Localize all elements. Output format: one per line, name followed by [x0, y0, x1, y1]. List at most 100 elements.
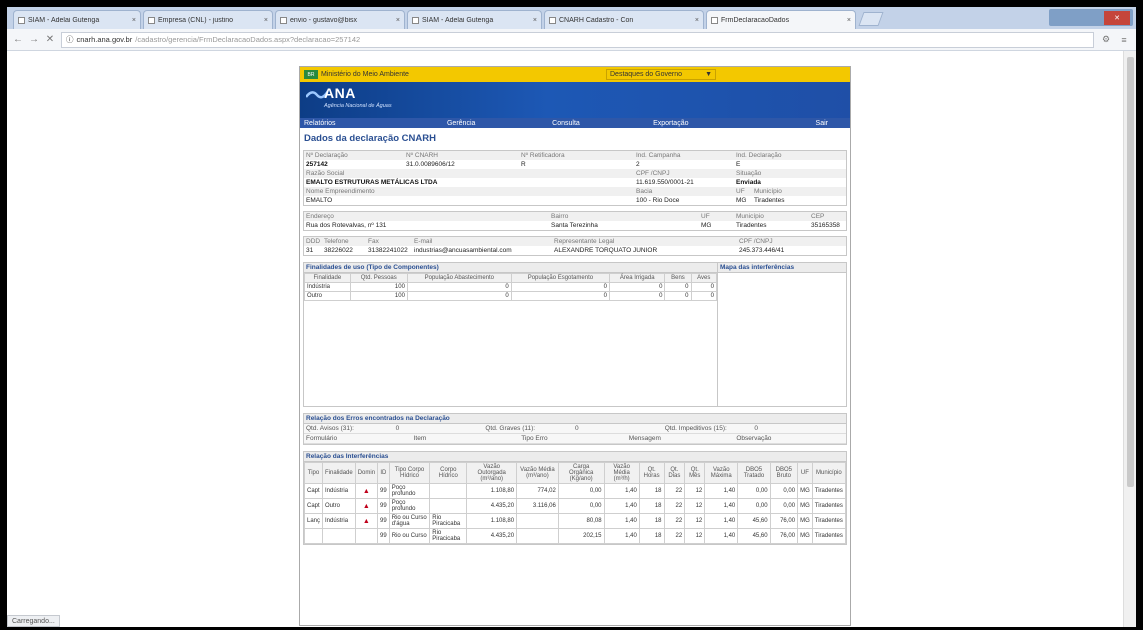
column-header: Vazão Máxima	[704, 462, 739, 484]
table-cell: 22	[663, 498, 686, 514]
column-header: População Abastecimento	[406, 273, 512, 283]
contact-section: DDD Telefone Fax E-mail Representante Le…	[303, 236, 847, 256]
browser-tab-active[interactable]: FrmDeclaracaoDados ×	[706, 10, 856, 29]
close-tab-icon[interactable]: ×	[264, 17, 268, 24]
column-header: Vazão Média (m³/ano)	[516, 462, 559, 484]
table-cell: Indústria	[322, 483, 356, 499]
menu-icon[interactable]: ≡	[1118, 35, 1130, 45]
table-cell: 1.108,80	[466, 513, 518, 529]
browser-tab[interactable]: SIAM - Adelai Gutenga ×	[407, 10, 542, 29]
error-counts: Qtd. Avisos (31): 0 Qtd. Graves (11): 0 …	[304, 424, 846, 434]
destaques-dropdown[interactable]: Destaques do Governo ▼	[606, 69, 716, 80]
page-icon	[148, 16, 155, 24]
neighborhood-value: Santa Terezinha	[551, 222, 598, 229]
settings-icon[interactable]: ⚙	[1100, 34, 1112, 45]
new-tab-button[interactable]	[858, 12, 884, 26]
column-header: Bens	[664, 273, 692, 283]
cep-value: 35165358	[811, 222, 840, 229]
page-scrollbar[interactable]	[1123, 51, 1136, 627]
column-header: DBO5 Tratado	[737, 462, 771, 484]
table-cell	[516, 513, 559, 529]
page-icon	[549, 16, 556, 24]
close-window-icon[interactable]: ✕	[1104, 10, 1130, 25]
table-cell: 18	[638, 483, 665, 499]
browser-tab[interactable]: Empresa (CNL) - justino ×	[143, 10, 273, 29]
page-viewport: BR Ministério do Meio Ambiente Destaques…	[7, 51, 1136, 627]
browser-tab[interactable]: envio - gustavo@bisx ×	[275, 10, 405, 29]
field-label: Bairro	[549, 212, 699, 221]
field-label: Bacia	[634, 187, 734, 196]
field-label: CPF /CNPJ	[634, 169, 734, 178]
browser-tab[interactable]: CNARH Cadastro - Con ×	[544, 10, 704, 29]
address-bar[interactable]: ⓘ cnarh.ana.gov.br/cadastro/gerencia/Frm…	[61, 31, 1094, 48]
column-header: Vazão Média (m³/h)	[603, 462, 640, 484]
menu-gerencia[interactable]: Gerência	[409, 120, 514, 127]
back-icon[interactable]: ←	[13, 34, 23, 45]
close-tab-icon[interactable]: ×	[132, 17, 136, 24]
company-cnpj: 11.619.550/0001-21	[636, 179, 694, 186]
table-cell: Outro	[322, 498, 356, 514]
table-cell: 22	[663, 483, 686, 499]
table-cell: 18	[638, 498, 665, 514]
table-cell: 1,40	[704, 513, 739, 529]
page-icon	[412, 16, 419, 24]
table-cell: 1,40	[704, 498, 739, 514]
table-cell: 1,40	[603, 498, 640, 514]
chevron-down-icon: ▼	[705, 71, 712, 78]
scrollbar-thumb[interactable]	[1127, 57, 1134, 487]
table-cell: Tiradentes	[811, 483, 847, 499]
forward-icon[interactable]: →	[29, 34, 39, 45]
municipality-value: Tiradentes	[754, 197, 785, 204]
interferencias-heading: Relação das Interferências	[304, 452, 846, 462]
table-cell: 0,00	[557, 483, 605, 499]
address-host: cnarh.ana.gov.br	[76, 35, 133, 44]
brazil-flag-icon: BR	[304, 70, 318, 79]
table-cell: Poço profundo	[388, 498, 431, 514]
table-cell: 0,00	[737, 498, 771, 514]
table-cell: 1,40	[704, 528, 739, 544]
company-name: EMALTO ESTRUTURAS METÁLICAS LTDA	[306, 179, 438, 186]
table-cell: 99	[377, 483, 390, 499]
table-cell: MG	[797, 528, 813, 544]
menu-sair[interactable]: Sair	[723, 120, 850, 127]
page-icon	[18, 16, 25, 24]
close-tab-icon[interactable]: ×	[396, 17, 400, 24]
column-header: Tipo Corpo Hídrico	[388, 462, 431, 484]
close-tab-icon[interactable]: ×	[533, 17, 537, 24]
phone-value: 38226022	[324, 247, 353, 254]
interferencias-table: Tipo Finalidade Domin ID Tipo Corpo Hídrico C…	[303, 462, 847, 544]
cnarh-number: 31.0.0089606/12	[406, 161, 455, 168]
close-tab-icon[interactable]: ×	[847, 17, 851, 24]
warning-icon: ▲	[354, 498, 379, 514]
rep-cpf-value: 245.373.446/41	[739, 247, 785, 254]
stop-icon[interactable]: ✕	[45, 34, 55, 45]
browser-window: SIAM - Adelai Gutenga × Empresa (CNL) - j…	[7, 7, 1136, 627]
menu-relatorios[interactable]: Relatórios	[300, 120, 409, 127]
table-cell: 76,00	[769, 513, 799, 529]
ministry-link[interactable]: Ministério do Meio Ambiente	[321, 71, 409, 78]
uf-value: MG	[736, 197, 747, 204]
address-path: /cadastro/gerencia/FrmDeclaracaoDados.as…	[135, 35, 361, 44]
errors-heading: Relação dos Erros encontrados na Declara…	[304, 414, 846, 424]
close-tab-icon[interactable]: ×	[695, 17, 699, 24]
table-cell: 99	[377, 528, 390, 544]
table-cell: 12	[684, 498, 706, 514]
table-cell: 45,60	[737, 513, 771, 529]
table-cell: 0,00	[737, 483, 771, 499]
uf-value: MG	[701, 222, 712, 229]
column-header: Carga Orgânica (Kg/ano)	[557, 462, 605, 484]
declaration-indicator: E	[736, 161, 741, 168]
menu-consulta[interactable]: Consulta	[514, 120, 619, 127]
browser-tab[interactable]: SIAM - Adelai Gutenga ×	[13, 10, 141, 29]
status-value: Enviada	[736, 179, 761, 186]
table-cell: 1,40	[603, 513, 640, 529]
table-cell: MG	[797, 498, 813, 514]
field-label: CEP	[809, 212, 846, 221]
status-bar: Carregando...	[7, 615, 60, 627]
table-cell: 0,00	[769, 483, 799, 499]
column-header: ID	[377, 462, 390, 484]
field-label: Endereço	[304, 212, 549, 221]
menu-exportacao[interactable]: Exportação	[618, 120, 723, 127]
column-header: População Esgotamento	[510, 273, 611, 283]
table-cell: MG	[797, 483, 813, 499]
